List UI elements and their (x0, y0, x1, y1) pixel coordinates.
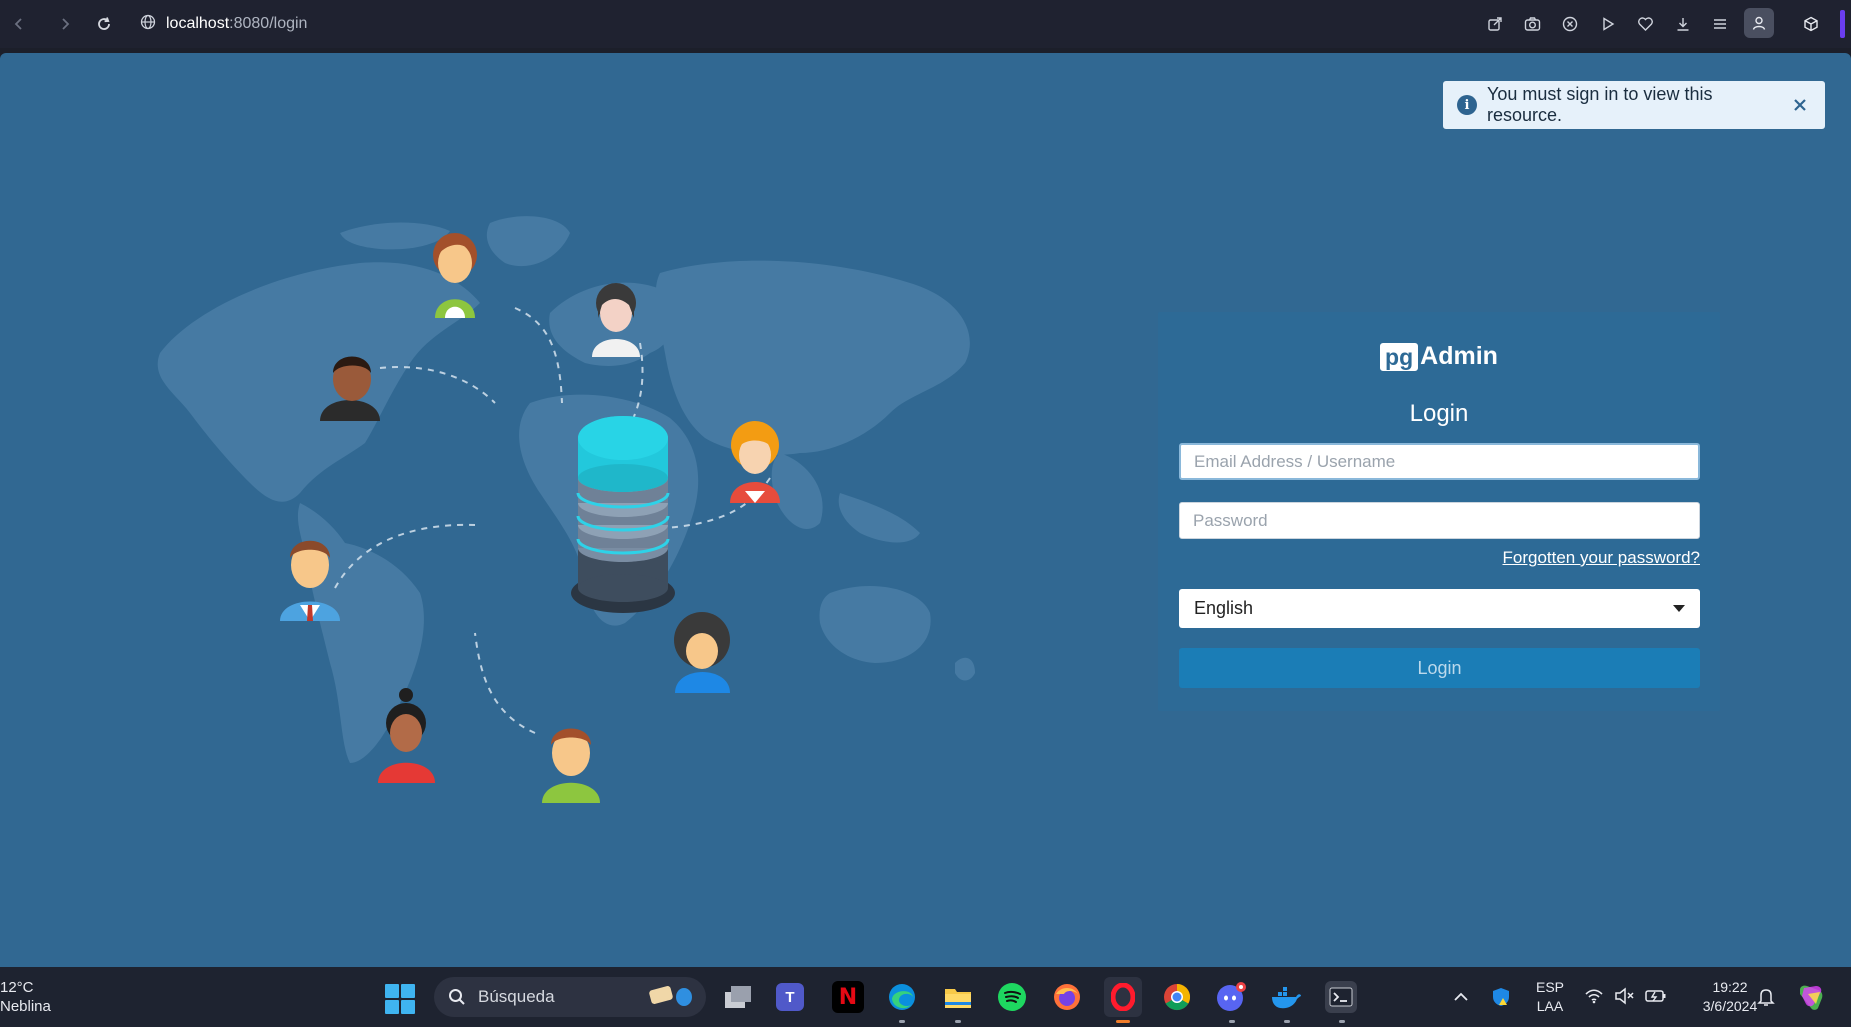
address-bar[interactable]: localhost:8080/login (140, 12, 307, 36)
share-icon[interactable] (1484, 13, 1506, 35)
forgot-password-link[interactable]: Forgotten your password? (1503, 548, 1701, 568)
search-highlight-icon (648, 985, 692, 1006)
battery-icon[interactable] (1645, 988, 1667, 1009)
avatar-afro-person (674, 612, 730, 693)
spotify-icon[interactable] (996, 981, 1028, 1013)
world-map-illustration (157, 216, 975, 803)
firefox-icon[interactable] (1051, 981, 1083, 1013)
notification-bell-icon[interactable] (1757, 987, 1775, 1012)
taskbar-search[interactable]: Búsqueda (434, 977, 706, 1017)
terminal-icon[interactable] (1325, 981, 1357, 1013)
extensions-cube-icon[interactable] (1800, 13, 1822, 35)
login-button[interactable]: Login (1179, 648, 1700, 688)
heart-icon[interactable] (1634, 13, 1656, 35)
chevron-up-icon[interactable] (1450, 986, 1472, 1008)
search-icon (449, 989, 465, 1005)
login-page: i You must sign in to view this resource… (0, 53, 1851, 967)
windows-start-icon[interactable] (385, 984, 415, 1014)
copilot-icon[interactable] (1796, 982, 1826, 1017)
running-indicator (955, 1020, 961, 1023)
docker-icon[interactable] (1270, 981, 1302, 1013)
pgadmin-logo: pg Admin (1158, 342, 1720, 371)
sidebar-accent (1840, 10, 1845, 38)
world-map (157, 216, 975, 763)
adblock-icon[interactable] (1559, 13, 1581, 35)
file-explorer-icon[interactable] (722, 981, 754, 1013)
input-language[interactable]: ESP (1530, 978, 1570, 997)
avatar-orange-hair-woman (730, 421, 780, 503)
weather-temp: 12°C (0, 979, 34, 996)
search-label: Búsqueda (478, 987, 555, 1006)
discord-icon[interactable] (1215, 981, 1247, 1013)
database-icon (571, 416, 675, 613)
info-icon: i (1457, 95, 1477, 115)
logo-admin: Admin (1420, 342, 1498, 370)
login-panel: pg Admin Login Forgotten your password? … (1158, 312, 1720, 711)
windows-taskbar: 12°C Neblina Búsqueda T N ESP LAA 19:22 … (0, 967, 1851, 1027)
active-indicator (1116, 1020, 1130, 1023)
opera-icon[interactable] (1104, 977, 1142, 1017)
notice-message: You must sign in to view this resource. (1487, 84, 1713, 125)
language-selected-value: English (1194, 598, 1254, 618)
profile-icon[interactable] (1744, 8, 1774, 38)
weather-widget[interactable]: 12°C Neblina (0, 978, 51, 1016)
back-button[interactable] (8, 13, 30, 35)
wifi-icon[interactable] (1584, 988, 1604, 1009)
input-layout[interactable]: LAA (1530, 997, 1570, 1016)
forward-button[interactable] (54, 13, 76, 35)
globe-icon (140, 14, 156, 35)
logo-pg: pg (1380, 342, 1419, 371)
camera-icon[interactable] (1521, 13, 1543, 35)
folder-icon[interactable] (942, 981, 974, 1013)
running-indicator (899, 1020, 905, 1023)
language-select[interactable]: English (1179, 589, 1700, 628)
running-indicator (1339, 1020, 1345, 1023)
avatar-young-man (542, 728, 600, 803)
weather-desc: Neblina (0, 998, 51, 1015)
volume-muted-icon[interactable] (1614, 987, 1634, 1010)
teams-icon[interactable]: T (776, 983, 804, 1011)
running-indicator (1229, 1020, 1235, 1023)
email-input[interactable] (1179, 443, 1700, 480)
download-icon[interactable] (1672, 13, 1694, 35)
password-input[interactable] (1179, 502, 1700, 539)
running-indicator (1284, 1020, 1290, 1023)
url-path: :8080/login (229, 15, 308, 32)
edge-icon[interactable] (886, 981, 918, 1013)
url-host: localhost (166, 15, 230, 32)
menu-icon[interactable] (1709, 13, 1731, 35)
chevron-down-icon (1673, 605, 1685, 612)
login-title: Login (1409, 400, 1469, 427)
netflix-icon[interactable]: N (832, 981, 864, 1013)
reload-button[interactable] (93, 13, 115, 35)
chrome-icon[interactable] (1161, 981, 1193, 1013)
browser-toolbar: localhost:8080/login (0, 0, 1851, 48)
play-icon[interactable] (1597, 13, 1619, 35)
sign-in-notice: i You must sign in to view this resource… (1443, 81, 1825, 129)
close-icon[interactable] (1789, 94, 1811, 116)
security-shield-icon[interactable] (1490, 986, 1512, 1013)
